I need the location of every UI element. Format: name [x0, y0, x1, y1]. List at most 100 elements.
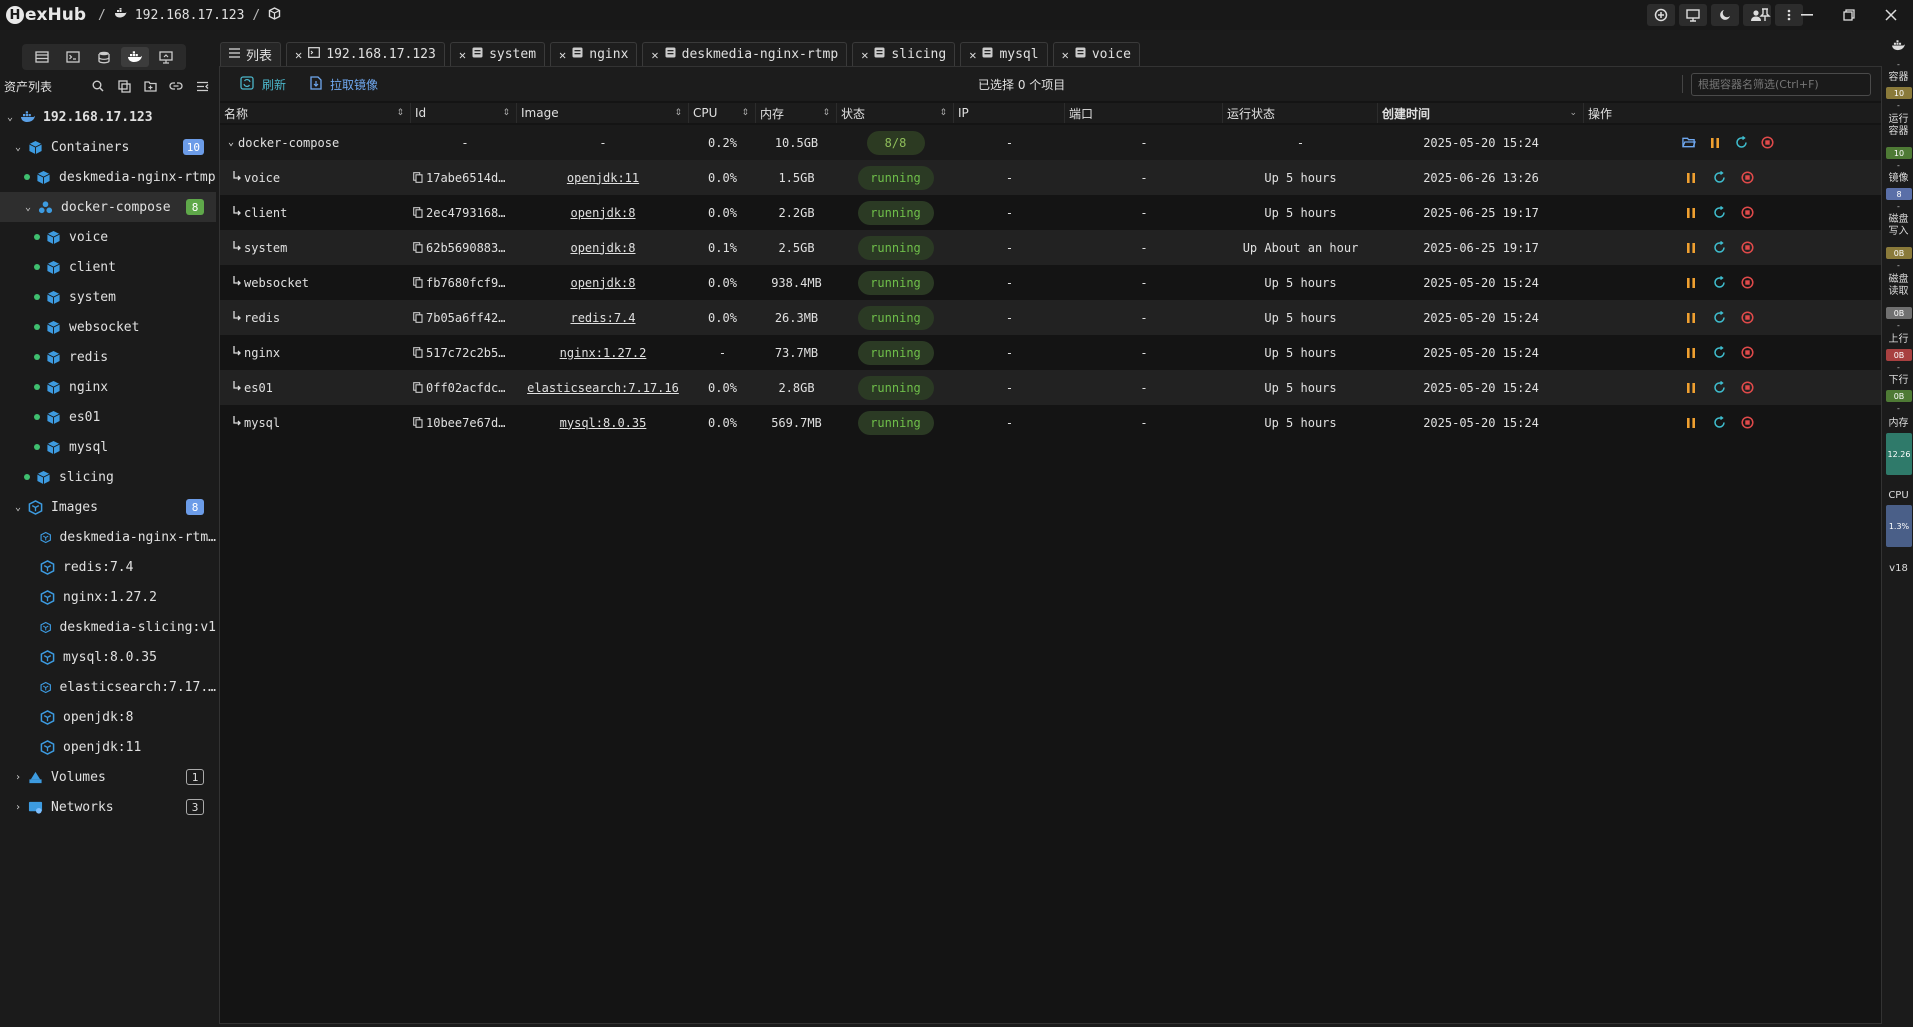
restore-icon[interactable] [1839, 4, 1859, 26]
copy-id-icon[interactable] [413, 312, 423, 323]
stop-icon[interactable] [1760, 136, 1774, 150]
image-link[interactable]: mysql:8.0.35 [560, 416, 647, 430]
refresh-button[interactable]: 刷新 [240, 75, 286, 93]
chevron-right-icon[interactable]: › [12, 772, 24, 783]
breadcrumb-host[interactable]: 192.168.17.123 [135, 8, 245, 23]
table-row[interactable]: es01 0ff02acfdc… elasticsearch:7.17.16 0.0%… [220, 370, 1881, 405]
copy-id-icon[interactable] [413, 277, 423, 288]
tree-item-mysql[interactable]: mysql [0, 432, 216, 462]
tree-item-redis[interactable]: redis [0, 342, 216, 372]
tree-images[interactable]: ⌄ Images 8 [0, 492, 216, 522]
close-tab-icon[interactable]: ✕ [861, 48, 868, 62]
image-link[interactable]: redis:7.4 [570, 311, 635, 325]
container-name[interactable]: mysql [244, 416, 280, 430]
container-name[interactable]: redis [244, 311, 280, 325]
container-name[interactable]: system [244, 241, 287, 255]
stop-icon[interactable] [1740, 241, 1754, 255]
col-cpu[interactable]: CPU ⇕ [689, 103, 756, 123]
table-row[interactable]: client 2ec4793168… openjdk:8 0.0% 2.2GB runni… [220, 195, 1881, 230]
pin-icon[interactable] [1755, 4, 1775, 26]
sort-icon[interactable]: ⇕ [939, 108, 947, 118]
container-name[interactable]: client [244, 206, 287, 220]
copy-id-icon[interactable] [413, 242, 423, 253]
col-state[interactable]: 状态 ⇕ [837, 103, 954, 123]
pause-icon[interactable] [1708, 136, 1722, 150]
container-name[interactable]: voice [244, 171, 280, 185]
pause-icon[interactable] [1684, 241, 1698, 255]
table-row-group[interactable]: ⌄ docker-compose - - 0.2% 10.5GB 8/8 - -… [220, 125, 1881, 160]
pause-icon[interactable] [1684, 311, 1698, 325]
restart-icon[interactable] [1712, 311, 1726, 325]
monitor-icon[interactable] [1679, 4, 1707, 26]
tree-item-websocket[interactable]: websocket [0, 312, 216, 342]
chevron-down-icon[interactable]: ⌄ [12, 502, 24, 513]
folder-open-icon[interactable] [1682, 136, 1696, 150]
tree-image-item[interactable]: deskmedia-slicing:v1 [0, 612, 216, 642]
restart-icon[interactable] [1712, 276, 1726, 290]
pause-icon[interactable] [1684, 416, 1698, 430]
remote-desktop-icon[interactable] [152, 47, 180, 67]
tree-containers[interactable]: ⌄ Containers 10 [0, 132, 216, 162]
sort-icon[interactable]: ⇕ [502, 108, 510, 118]
tree-item-nginx-rtmp[interactable]: deskmedia-nginx-rtmp [0, 162, 216, 192]
col-created[interactable]: 创建时间 ⌄ [1378, 103, 1584, 123]
restart-icon[interactable] [1734, 136, 1748, 150]
chevron-down-icon[interactable]: ⌄ [4, 112, 16, 123]
sort-icon[interactable]: ⇕ [396, 108, 404, 118]
tab-slicing[interactable]: ✕ slicing [852, 42, 956, 66]
tree-item-client[interactable]: client [0, 252, 216, 282]
tree-item-slicing[interactable]: slicing [0, 462, 216, 492]
copy-id-icon[interactable] [413, 417, 423, 428]
restart-icon[interactable] [1712, 346, 1726, 360]
restart-icon[interactable] [1712, 241, 1726, 255]
pull-image-button[interactable]: 拉取镜像 [310, 75, 378, 93]
pause-icon[interactable] [1684, 171, 1698, 185]
close-tab-icon[interactable]: ✕ [459, 48, 466, 62]
copy-id-icon[interactable] [413, 172, 423, 183]
col-port[interactable]: 端口 [1065, 103, 1223, 123]
container-name[interactable]: es01 [244, 381, 273, 395]
image-link[interactable]: nginx:1.27.2 [560, 346, 647, 360]
tree-image-item[interactable]: redis:7.4 [0, 552, 216, 582]
search-icon[interactable] [90, 78, 106, 94]
tree-image-item[interactable]: nginx:1.27.2 [0, 582, 216, 612]
table-row[interactable]: mysql 10bee7e67d… mysql:8.0.35 0.0% 569.7MB r… [220, 405, 1881, 440]
table-row[interactable]: nginx 517c72c2b5… nginx:1.27.2 - 73.7MB runni… [220, 335, 1881, 370]
collapse-all-icon[interactable] [194, 78, 210, 94]
close-tab-icon[interactable]: ✕ [969, 48, 976, 62]
cube-icon[interactable] [268, 6, 281, 24]
tree-image-item[interactable]: openjdk:11 [0, 732, 216, 762]
col-image[interactable]: Image ⇕ [517, 103, 689, 123]
tree-item-docker-compose[interactable]: ⌄ docker-compose 8 [0, 192, 216, 222]
sort-icon[interactable]: ⇕ [741, 108, 749, 118]
stop-icon[interactable] [1740, 346, 1754, 360]
list-view-icon[interactable] [28, 47, 56, 67]
copy-id-icon[interactable] [413, 382, 423, 393]
tab-nginx-rtmp[interactable]: ✕ deskmedia-nginx-rtmp [642, 42, 848, 66]
stop-icon[interactable] [1740, 171, 1754, 185]
tab-list[interactable]: 列表 [220, 42, 282, 66]
link-icon[interactable] [168, 78, 184, 94]
container-name[interactable]: nginx [244, 346, 280, 360]
add-circle-icon[interactable] [1647, 4, 1675, 26]
table-row[interactable]: redis 7b05a6ff42… redis:7.4 0.0% 26.3MB runni… [220, 300, 1881, 335]
pause-icon[interactable] [1684, 206, 1698, 220]
stop-icon[interactable] [1740, 416, 1754, 430]
close-icon[interactable] [1881, 4, 1901, 26]
tab-mysql[interactable]: ✕ mysql [960, 42, 1048, 66]
image-link[interactable]: elasticsearch:7.17.16 [527, 381, 679, 395]
tree-image-item[interactable]: elasticsearch:7.17.… [0, 672, 216, 702]
restart-icon[interactable] [1712, 171, 1726, 185]
chevron-right-icon[interactable]: › [12, 802, 24, 813]
tree-item-es01[interactable]: es01 [0, 402, 216, 432]
close-tab-icon[interactable]: ✕ [1062, 48, 1069, 62]
restart-icon[interactable] [1712, 416, 1726, 430]
close-tab-icon[interactable]: ✕ [651, 48, 658, 62]
table-row[interactable]: system 62b5690883… openjdk:8 0.1% 2.5GB runni… [220, 230, 1881, 265]
stop-icon[interactable] [1740, 311, 1754, 325]
tree-item-system[interactable]: system [0, 282, 216, 312]
folder-add-icon[interactable] [142, 78, 158, 94]
tree-host[interactable]: ⌄ 192.168.17.123 [0, 102, 216, 132]
tree-image-item[interactable]: deskmedia-nginx-rtm… [0, 522, 216, 552]
copy-id-icon[interactable] [413, 207, 423, 218]
